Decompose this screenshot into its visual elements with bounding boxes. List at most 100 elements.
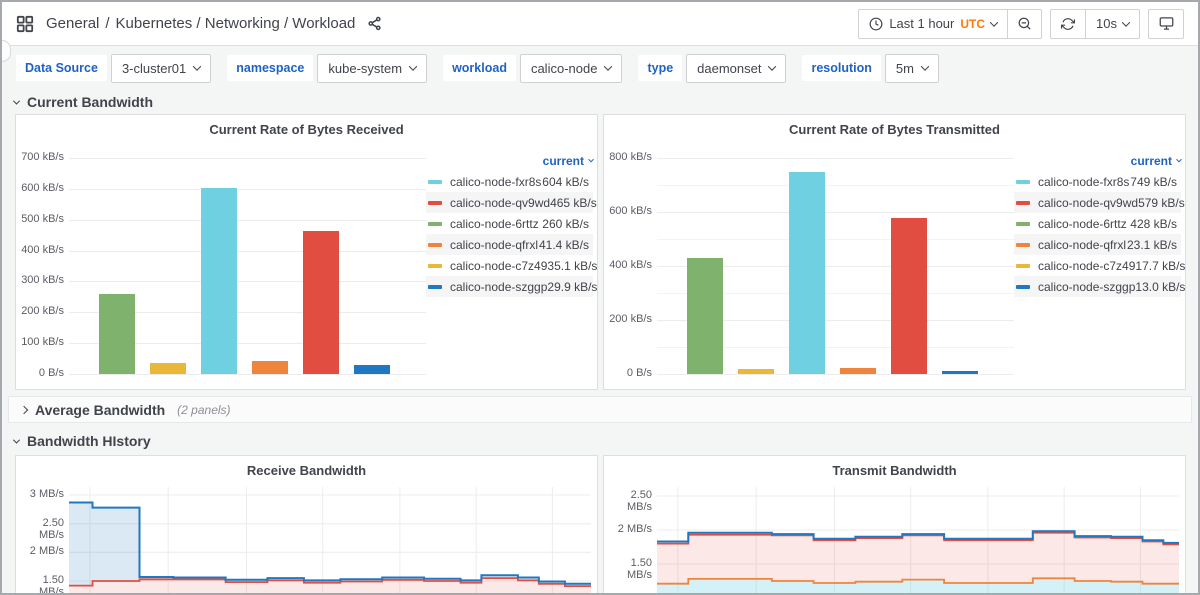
legend-row: calico-node-c7z4917.7 kB/s (1014, 255, 1181, 276)
kiosk-mode-button[interactable] (1149, 10, 1183, 38)
legend-sort-current[interactable]: current (1014, 151, 1181, 171)
chevron-down-icon (768, 62, 776, 70)
navbar: General / Kubernetes / Networking / Work… (2, 2, 1198, 46)
variable-selected-value: daemonset (697, 61, 761, 76)
row-panel-count: (2 panels) (177, 403, 230, 417)
row-header-bandwidth-history[interactable]: Bandwidth HIstory (2, 429, 151, 453)
variable-label: workload (443, 55, 516, 81)
variable-label: type (638, 55, 682, 81)
series-area-fill (69, 503, 591, 587)
legend-series-name[interactable]: calico-node-szggp (1038, 280, 1135, 294)
chevron-down-icon (13, 97, 20, 104)
y-axis-label: 800 kB/s (606, 151, 652, 163)
legend-color-swatch (428, 180, 442, 184)
refresh-interval-dropdown[interactable]: 10s (1085, 10, 1139, 38)
legend-series-name[interactable]: calico-node-qfrxl (1038, 238, 1127, 252)
legend: current calico-node-fxr8s604 kB/s calico-n… (426, 151, 593, 297)
gridline (657, 158, 1014, 159)
row-header-average-bandwidth[interactable]: Average Bandwidth (2 panels) (8, 396, 1192, 423)
variable-value-dropdown[interactable]: 3-cluster01 (111, 54, 211, 83)
legend-series-value: 260 kB/s (542, 217, 589, 231)
legend-series-name[interactable]: calico-node-fxr8s (450, 175, 542, 189)
legend-series-value: 17.7 kB/s (1135, 259, 1185, 273)
row-title: Bandwidth HIstory (27, 433, 151, 449)
y-axis-label: 2.50 MB/s (606, 489, 652, 513)
variable-selected-value: 3-cluster01 (122, 61, 186, 76)
time-controls-group: Last 1 hour UTC (858, 9, 1042, 39)
variable-selected-value: kube-system (328, 61, 402, 76)
y-axis-label: 500 kB/s (18, 213, 64, 225)
legend-series-value: 23.1 kB/s (1127, 238, 1177, 252)
variable-value-dropdown[interactable]: calico-node (520, 54, 623, 83)
time-range-picker[interactable]: Last 1 hour UTC (859, 10, 1007, 38)
y-axis-label: 0 B/s (18, 367, 64, 379)
legend-color-swatch (428, 222, 442, 226)
legend-row: calico-node-qfrxl23.1 kB/s (1014, 234, 1181, 255)
panel-receive-bandwidth: Receive Bandwidth3 MB/s2.50 MB/s2 MB/s1.… (15, 455, 598, 595)
y-axis-label: 3 MB/s (18, 488, 64, 500)
legend-series-value: 428 kB/s (1130, 217, 1177, 231)
refresh-button[interactable] (1051, 10, 1085, 38)
panel-title[interactable]: Current Rate of Bytes Transmitted (604, 122, 1185, 137)
bar-calico-node-qv9wd[interactable] (303, 231, 339, 375)
bar-calico-node-c7z49[interactable] (150, 363, 186, 374)
bar-calico-node-szggp[interactable] (942, 371, 978, 375)
y-axis-label: 1.50 MB/s (18, 574, 64, 595)
legend-series-name[interactable]: calico-node-fxr8s (1038, 175, 1130, 189)
panel-title[interactable]: Current Rate of Bytes Received (16, 122, 597, 137)
variable-value-dropdown[interactable]: kube-system (317, 54, 427, 83)
y-axis-label: 700 kB/s (18, 151, 64, 163)
legend-series-name[interactable]: calico-node-qv9wd (1038, 196, 1138, 210)
legend-sort-current[interactable]: current (426, 151, 593, 171)
gridline (69, 158, 426, 159)
chevron-down-icon (990, 18, 998, 26)
y-axis-label: 600 kB/s (18, 182, 64, 194)
legend-series-name[interactable]: calico-node-qv9wd (450, 196, 550, 210)
chevron-down-icon (1122, 18, 1130, 26)
bar-calico-node-qfrxl[interactable] (840, 368, 876, 374)
legend-series-value: 13.0 kB/s (1135, 280, 1185, 294)
refresh-icon (1061, 17, 1075, 31)
legend-color-swatch (1016, 180, 1030, 184)
variable-value-dropdown[interactable]: 5m (885, 54, 939, 83)
series-area-fill (657, 533, 1179, 584)
legend-series-name[interactable]: calico-node-6rttz (450, 217, 542, 231)
gridline (69, 189, 426, 190)
bar-calico-node-6rttz[interactable] (99, 294, 135, 374)
legend-row: calico-node-c7z4935.1 kB/s (426, 255, 593, 276)
variable-selected-value: 5m (896, 61, 914, 76)
legend-series-name[interactable]: calico-node-qfrxl (450, 238, 539, 252)
legend-series-name[interactable]: calico-node-6rttz (1038, 217, 1130, 231)
legend-series-name[interactable]: calico-node-c7z49 (1038, 259, 1135, 273)
bar-calico-node-fxr8s[interactable] (789, 172, 825, 374)
series-line-upper-series-blue (69, 503, 591, 584)
variable-0: Data Source 3-cluster01 (16, 54, 211, 83)
breadcrumb: General / Kubernetes / Networking / Work… (46, 15, 355, 32)
breadcrumb-folder[interactable]: General (46, 15, 99, 32)
minor-gridline (657, 185, 1014, 186)
legend-row: calico-node-qfrxl41.4 kB/s (426, 234, 593, 255)
gridline (69, 281, 426, 282)
minor-gridline (657, 239, 1014, 240)
bar-calico-node-c7z49[interactable] (738, 369, 774, 374)
y-axis-label: 2.50 MB/s (18, 517, 64, 541)
legend-series-value: 604 kB/s (542, 175, 589, 189)
variable-value-dropdown[interactable]: daemonset (686, 54, 786, 83)
zoom-out-button[interactable] (1007, 10, 1041, 38)
row-header-current-bandwidth[interactable]: Current Bandwidth (2, 90, 153, 114)
bar-calico-node-qfrxl[interactable] (252, 361, 288, 374)
legend-series-name[interactable]: calico-node-c7z49 (450, 259, 547, 273)
legend-series-value: 29.9 kB/s (547, 280, 597, 294)
bar-calico-node-qv9wd[interactable] (891, 218, 927, 374)
legend-color-swatch (1016, 243, 1030, 247)
bar-calico-node-szggp[interactable] (354, 365, 390, 374)
panel-current-rate-bytes-transmitted: Current Rate of Bytes Transmitted 800 kB/… (603, 114, 1186, 390)
bar-calico-node-6rttz[interactable] (687, 258, 723, 374)
share-icon[interactable] (367, 16, 382, 31)
time-series-plot (604, 456, 1186, 595)
variable-label: Data Source (16, 55, 107, 81)
legend-series-name[interactable]: calico-node-szggp (450, 280, 547, 294)
legend-color-swatch (1016, 264, 1030, 268)
bar-calico-node-fxr8s[interactable] (201, 188, 237, 374)
clock-icon (869, 17, 883, 31)
